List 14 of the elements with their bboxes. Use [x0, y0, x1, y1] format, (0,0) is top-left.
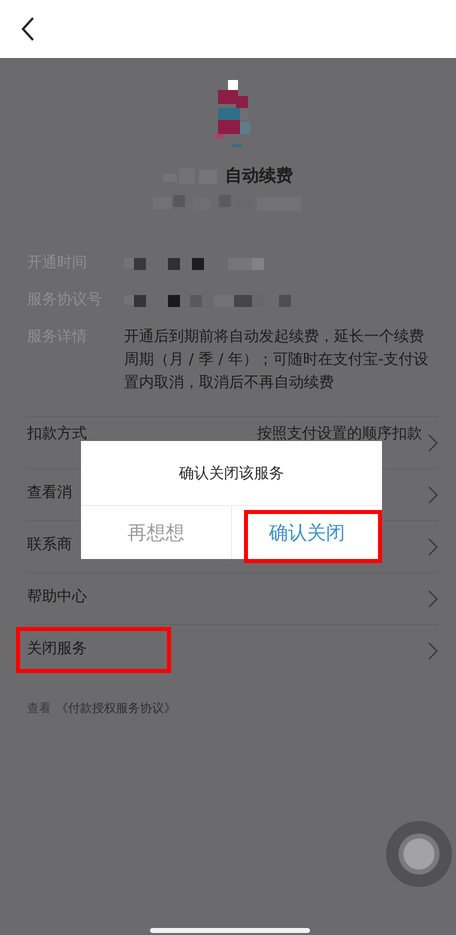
menu-value: 按照支付设置的顺序扣款: [257, 424, 422, 443]
agreement-link[interactable]: 《付款授权服务协议》: [56, 700, 176, 717]
back-button[interactable]: [20, 16, 36, 42]
chevron-icon: [428, 538, 438, 556]
chevron-icon: [428, 642, 438, 660]
back-icon: [20, 16, 36, 42]
service-title: 自动续费: [225, 165, 293, 187]
chevron-icon: [428, 486, 438, 504]
menu-item[interactable]: 帮助中心: [27, 572, 438, 624]
service-detail: 开通后到期前将自动发起续费，延长一个续费周期（月 / 季 / 年）；可随时在支付宝-支付设置内取消，取消后不再自动续费: [124, 326, 430, 393]
dialog-title: 确认关闭该服务: [179, 464, 284, 482]
menu-item[interactable]: 关闭服务: [27, 624, 438, 676]
chevron-icon: [428, 434, 438, 452]
chevron-icon: [428, 590, 438, 608]
